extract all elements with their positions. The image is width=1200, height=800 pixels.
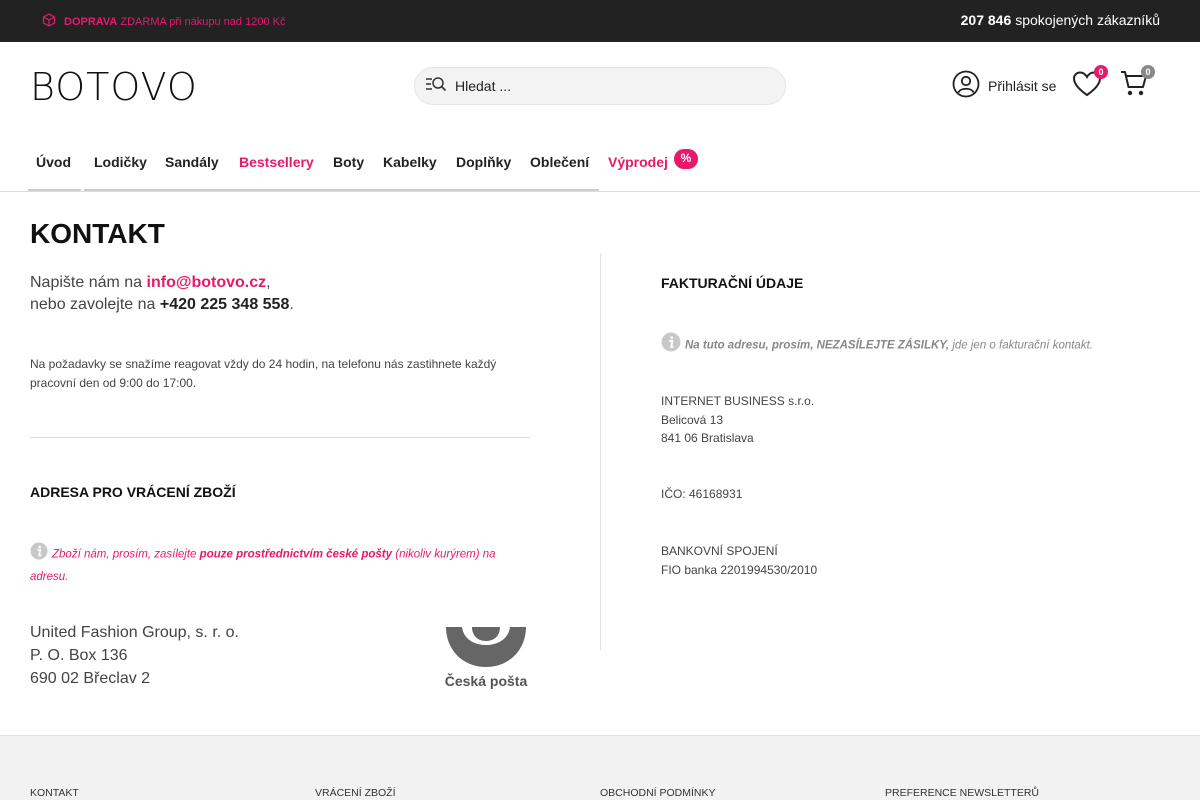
bank-details: BANKOVNÍ SPOJENÍ FIO banka 2201994530/20… [661,542,817,579]
footer-link-newsletter-preferences[interactable]: PREFERENCE NEWSLETTERŮ [885,787,1039,799]
nav-underline [28,189,81,191]
return-address: United Fashion Group, s. r. o. P. O. Box… [30,621,239,690]
page-title: KONTAKT [30,218,165,249]
return-note-part-a: Zboží nám, prosím, zasílejte [52,548,197,561]
return-address-line: 690 02 Břeclav 2 [30,670,151,687]
nav-item-handbags[interactable]: Kabelky [383,154,437,170]
nav-item-pumps[interactable]: Lodičky [94,154,147,170]
nav-item-sale[interactable]: Výprodej [608,154,668,170]
login-label: Přihlásit se [988,77,1057,94]
cart-button[interactable]: 0 [1119,65,1155,103]
response-hours-text: Na požadavky se snažíme reagovat vždy do… [30,357,497,390]
package-icon [42,13,64,30]
bank-title: BANKOVNÍ SPOJENÍ [661,544,778,558]
satisfied-customers: 207 846 spokojených zákazníků [961,12,1160,28]
return-address-line: United Fashion Group, s. r. o. [30,624,239,641]
login-button[interactable]: Přihlásit se [952,70,1056,101]
nav-item-home[interactable]: Úvod [36,154,71,170]
phone-number[interactable]: +420 225 348 558 [160,296,289,313]
customers-count: 207 846 [960,12,1012,28]
billing-ico: IČO: 46168931 [661,487,743,501]
phone-line: nebo zavolejte na +420 225 348 558. [30,296,294,313]
call-prefix: nebo zavolejte na [30,296,156,313]
ceska-posta-logo: Česká pošta [444,625,528,691]
billing-title: FAKTURAČNÍ ÚDAJE [661,275,804,291]
heart-icon [1072,71,1102,102]
billing-note: Na tuto adresu, prosím, NEZASÍLEJTE ZÁSI… [661,332,1181,359]
info-icon [661,332,681,359]
nav-item-shoes[interactable]: Boty [333,154,364,170]
bank-account: FIO banka 2201994530/2010 [661,562,818,577]
shipping-text: ZDARMA při nákupu nad 1200 Kč [120,15,286,28]
search-box[interactable] [414,67,786,105]
return-address-title: ADRESA PRO VRÁCENÍ ZBOŽÍ [30,484,236,500]
billing-company-line: 841 06 Bratislava [661,431,754,445]
return-note: Zboží nám, prosím, zasílejte pouze prost… [30,542,535,587]
footer-link-terms[interactable]: OBCHODNÍ PODMÍNKY [600,787,716,799]
main-navigation: Úvod Lodičky Sandály Bestsellery Boty Ka… [0,140,1200,192]
write-prefix: Napište nám na [30,274,143,291]
billing-company-line: INTERNET BUSINESS s.r.o. [661,394,815,408]
billing-company: INTERNET BUSINESS s.r.o. Belicová 13 841… [661,392,814,448]
billing-company-line: Belicová 13 [661,412,724,427]
ceska-posta-text: Česká pošta [445,672,528,689]
search-icon[interactable] [425,76,447,97]
footer-link-contact[interactable]: KONTAKT [30,787,79,799]
sale-percent-badge[interactable]: % [674,149,698,169]
column-divider [600,253,601,650]
top-bar: DOPRAVA ZDARMA při nákupu nad 1200 Kč 20… [0,0,1200,42]
nav-item-sandals[interactable]: Sandály [165,154,219,170]
cart-count-badge: 0 [1141,65,1155,79]
email-link[interactable]: info@botovo.cz [147,274,267,291]
return-note-part-b: pouze prostřednictvím české pošty [199,548,393,561]
return-address-line: P. O. Box 136 [30,647,128,664]
nav-item-bestsellers[interactable]: Bestsellery [239,154,314,170]
search-input[interactable] [455,78,755,94]
nav-item-clothing[interactable]: Oblečení [530,154,589,170]
free-shipping-notice: DOPRAVA ZDARMA při nákupu nad 1200 Kč [42,13,285,30]
nav-item-accessories[interactable]: Doplňky [456,154,511,170]
footer-link-returns[interactable]: VRÁCENÍ ZBOŽÍ [315,787,396,799]
cart-icon [1119,71,1149,102]
nav-underline [84,189,599,191]
footer: KONTAKT VRÁCENÍ ZBOŽÍ OBCHODNÍ PODMÍNKY … [0,735,1200,800]
wishlist-count-badge: 0 [1094,65,1108,79]
user-icon [952,70,980,101]
email-line: Napište nám na info@botovo.cz, [30,274,271,291]
shipping-strong: DOPRAVA [64,15,118,28]
site-logo[interactable]: BOTOVO [30,68,198,106]
section-divider [30,437,530,438]
customers-label: spokojených zákazníků [1015,12,1160,28]
info-icon [30,542,48,567]
billing-note-part-b: jde jen o fakturační kontakt. [952,339,1093,352]
wishlist-button[interactable]: 0 [1072,65,1108,103]
billing-note-part-a: Na tuto adresu, prosím, NEZASÍLEJTE ZÁSI… [685,339,950,352]
